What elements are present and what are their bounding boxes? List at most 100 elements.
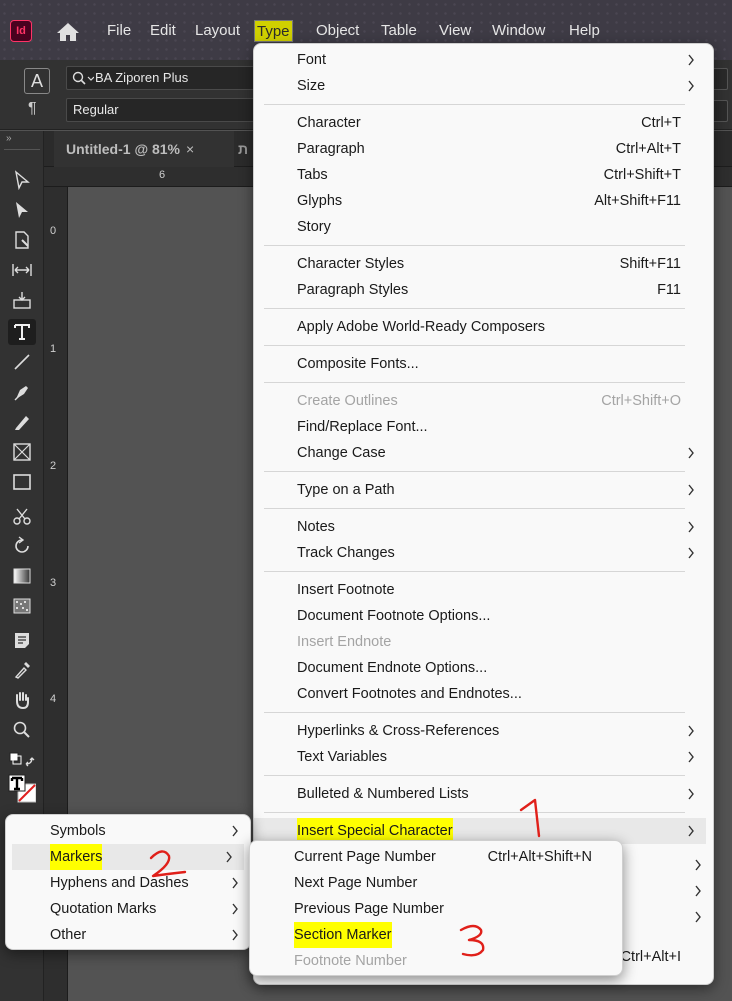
collapse-icon[interactable]: » — [6, 133, 12, 144]
menu-item-notes[interactable]: Notes — [254, 514, 706, 540]
menu-item-type-on-a-path[interactable]: Type on a Path — [254, 477, 706, 503]
menu-item-bulleted-numbered-lists[interactable]: Bulleted & Numbered Lists — [254, 781, 706, 807]
menu-item-apply-adobe-world-ready-composers[interactable]: Apply Adobe World-Ready Composers — [254, 314, 706, 340]
menu-item-change-case[interactable]: Change Case — [254, 440, 706, 466]
chevron-right-icon — [688, 547, 694, 559]
scissors-tool-icon[interactable] — [8, 503, 36, 529]
gradient-tool-icon[interactable] — [8, 563, 36, 589]
markers-submenu: Current Page Number Ctrl+Alt+Shift+N Next … — [249, 840, 623, 976]
chevron-right-icon — [695, 885, 701, 897]
menu-object[interactable]: Object — [314, 20, 361, 42]
menu-item-markers[interactable]: Markers — [12, 844, 244, 870]
menu-item-glyphs[interactable]: Glyphs Alt+Shift+F11 — [254, 188, 706, 214]
menu-window[interactable]: Window — [490, 20, 547, 42]
menu-item-next-page-number[interactable]: Next Page Number — [250, 870, 622, 896]
menu-item-character[interactable]: Character Ctrl+T — [254, 110, 706, 136]
menu-item-paragraph-styles[interactable]: Paragraph Styles F11 — [254, 277, 706, 303]
menu-item-insert-footnote[interactable]: Insert Footnote — [254, 577, 706, 603]
selection-tool-icon[interactable] — [8, 167, 36, 193]
size-stepper[interactable] — [712, 68, 728, 90]
menu-separator — [264, 712, 685, 713]
paragraph-formatting-button[interactable]: ¶ — [28, 100, 37, 118]
font-style-field[interactable]: Regular — [66, 98, 262, 122]
menu-item-document-footnote-options[interactable]: Document Footnote Options... — [254, 603, 706, 629]
menu-item-quotation-marks[interactable]: Quotation Marks — [6, 896, 250, 922]
ruler-label: 1 — [50, 343, 57, 355]
default-fill-stroke-icon[interactable] — [8, 747, 36, 773]
menu-item-find-replace-font[interactable]: Find/Replace Font... — [254, 414, 706, 440]
menu-item-label: Paragraph — [297, 141, 365, 157]
menu-item-text-variables[interactable]: Text Variables — [254, 744, 706, 770]
font-style-value: Regular — [73, 102, 119, 117]
menu-item-convert-footnotes-and-endnotes[interactable]: Convert Footnotes and Endnotes... — [254, 681, 706, 707]
home-icon[interactable] — [56, 22, 80, 42]
line-tool-icon[interactable] — [8, 349, 36, 375]
menu-file[interactable]: File — [105, 20, 133, 42]
menu-item-previous-page-number[interactable]: Previous Page Number — [250, 896, 622, 922]
menu-item-label: Previous Page Number — [294, 901, 444, 917]
note-tool-icon[interactable] — [8, 627, 36, 653]
menu-item-current-page-number[interactable]: Current Page Number Ctrl+Alt+Shift+N — [250, 844, 622, 870]
menu-layout[interactable]: Layout — [193, 20, 242, 42]
content-collector-tool-icon[interactable] — [8, 287, 36, 313]
menu-type[interactable]: Type — [254, 20, 293, 42]
menu-item-document-endnote-options[interactable]: Document Endnote Options... — [254, 655, 706, 681]
gap-tool-icon[interactable] — [8, 257, 36, 283]
menu-item-label: Insert Endnote — [297, 634, 392, 650]
menu-item-label: Footnote Number — [294, 953, 407, 969]
menu-item-hyphens-and-dashes[interactable]: Hyphens and Dashes — [6, 870, 250, 896]
font-family-field[interactable]: BA Ziporen Plus — [66, 66, 262, 90]
menu-item-shortcut: Ctrl+Alt+Shift+N — [487, 849, 592, 865]
menu-item-label: Find/Replace Font... — [297, 419, 428, 435]
menu-item-label: Convert Footnotes and Endnotes... — [297, 686, 522, 702]
menu-table[interactable]: Table — [379, 20, 419, 42]
menu-item-label: Other — [50, 927, 87, 943]
menu-item-shortcut: Ctrl+Shift+O — [601, 393, 681, 409]
menu-edit[interactable]: Edit — [148, 20, 178, 42]
menu-item-story[interactable]: Story — [254, 214, 706, 240]
pencil-tool-icon[interactable] — [8, 409, 36, 435]
rectangle-tool-icon[interactable] — [8, 469, 36, 495]
gradient-feather-tool-icon[interactable] — [8, 593, 36, 619]
menu-help[interactable]: Help — [567, 20, 602, 42]
type-tool-icon[interactable] — [8, 319, 36, 345]
page-tool-icon[interactable] — [8, 227, 36, 253]
menu-view[interactable]: View — [437, 20, 473, 42]
annotation-step-1: 1 — [519, 798, 541, 838]
close-tab-icon[interactable]: × — [186, 141, 194, 157]
ruler-label: 4 — [50, 693, 57, 705]
ruler-label: 0 — [50, 225, 57, 237]
fill-stroke-swatch-icon[interactable] — [8, 773, 36, 805]
menu-item-label: Insert Footnote — [297, 582, 395, 598]
menu-item-shortcut: Ctrl+Alt+T — [615, 141, 681, 157]
menu-item-composite-fonts[interactable]: Composite Fonts... — [254, 351, 706, 377]
menu-item-character-styles[interactable]: Character Styles Shift+F11 — [254, 251, 706, 277]
eyedropper-tool-icon[interactable] — [8, 657, 36, 683]
hand-tool-icon[interactable] — [8, 687, 36, 713]
character-formatting-button[interactable]: A — [24, 68, 50, 94]
chevron-right-icon — [688, 54, 694, 66]
zoom-tool-icon[interactable] — [8, 717, 36, 743]
document-tab[interactable]: Untitled-1 @ 81% × — [54, 131, 234, 167]
pen-tool-icon[interactable] — [8, 379, 36, 405]
menu-separator — [264, 812, 685, 813]
menu-separator — [264, 308, 685, 309]
menu-item-track-changes[interactable]: Track Changes — [254, 540, 706, 566]
menu-item-symbols[interactable]: Symbols — [6, 818, 250, 844]
menu-item-label: Composite Fonts... — [297, 356, 419, 372]
menu-item-footnote-number: Footnote Number — [250, 948, 622, 974]
document-tab-2[interactable]: ת — [234, 131, 248, 167]
menu-item-section-marker[interactable]: Section Marker — [250, 922, 622, 948]
chevron-right-icon — [688, 751, 694, 763]
menu-item-label: Next Page Number — [294, 875, 418, 891]
rectangle-frame-tool-icon[interactable] — [8, 439, 36, 465]
leading-stepper[interactable] — [712, 100, 728, 122]
menu-item-paragraph[interactable]: Paragraph Ctrl+Alt+T — [254, 136, 706, 162]
menu-item-size[interactable]: Size — [254, 73, 706, 99]
free-transform-tool-icon[interactable] — [8, 533, 36, 559]
direct-selection-tool-icon[interactable] — [8, 197, 36, 223]
menu-item-hyperlinks-cross-references[interactable]: Hyperlinks & Cross-References — [254, 718, 706, 744]
menu-item-tabs[interactable]: Tabs Ctrl+Shift+T — [254, 162, 706, 188]
menu-item-other[interactable]: Other — [6, 922, 250, 948]
menu-item-font[interactable]: Font — [254, 47, 706, 73]
